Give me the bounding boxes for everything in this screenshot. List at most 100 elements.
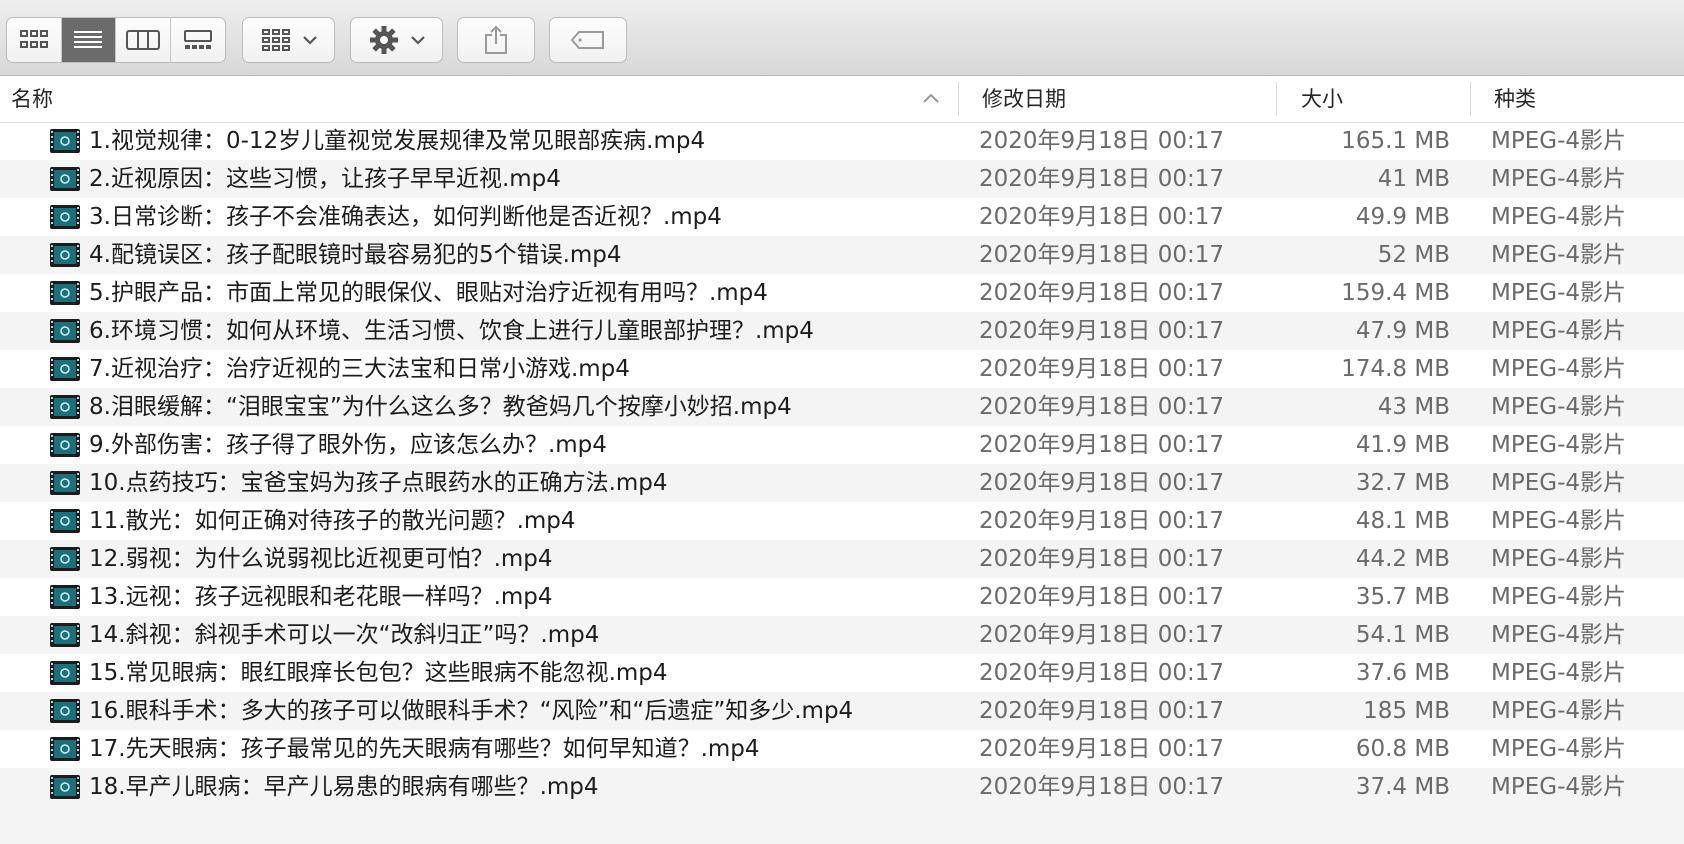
file-kind: MPEG-4影片 [1491, 280, 1627, 306]
file-size: 185 MB [1363, 698, 1450, 724]
icon-view-button[interactable] [7, 18, 62, 62]
file-kind: MPEG-4影片 [1491, 356, 1627, 382]
video-file-icon [50, 661, 80, 685]
file-size: 32.7 MB [1355, 470, 1450, 496]
tag-icon [570, 31, 604, 49]
file-name: 4.配镜误区：孩子配眼镜时最容易犯的5个错误.mp4 [89, 242, 622, 268]
file-row[interactable]: 3.日常诊断：孩子不会准确表达，如何判断他是否近视？.mp4 2020年9月18日… [0, 198, 1684, 236]
file-row[interactable]: 9.外部伤害：孩子得了眼外伤，应该怎么办？.mp4 2020年9月18日 00:1… [0, 426, 1684, 464]
file-row[interactable]: 14.斜视：斜视手术可以一次“改斜归正”吗？.mp4 2020年9月18日 00:… [0, 616, 1684, 654]
column-view-button[interactable] [116, 18, 171, 62]
video-file-icon [50, 775, 80, 799]
video-file-icon [50, 395, 80, 419]
group-by-button[interactable] [242, 17, 335, 63]
file-date: 2020年9月18日 00:17 [979, 698, 1225, 724]
file-size: 43 MB [1377, 394, 1450, 420]
video-file-icon [50, 243, 80, 267]
share-icon [485, 25, 507, 54]
file-date: 2020年9月18日 00:17 [979, 166, 1225, 192]
file-row[interactable]: 13.远视：孩子远视眼和老花眼一样吗？.mp4 2020年9月18日 00:17 3… [0, 578, 1684, 616]
finder-toolbar [0, 0, 1684, 76]
file-size: 48.1 MB [1355, 508, 1450, 534]
video-file-icon [50, 547, 80, 571]
column-header-name[interactable]: 名称 [11, 76, 53, 122]
file-row[interactable]: 18.早产儿眼病：早产儿易患的眼病有哪些？.mp4 2020年9月18日 00:1… [0, 768, 1684, 806]
file-row[interactable]: 11.散光：如何正确对待孩子的散光问题？.mp4 2020年9月18日 00:17… [0, 502, 1684, 540]
video-file-icon [50, 623, 80, 647]
file-row[interactable]: 10.点药技巧：宝爸宝妈为孩子点眼药水的正确方法.mp4 2020年9月18日 0… [0, 464, 1684, 502]
column-divider[interactable] [1470, 82, 1471, 116]
file-date: 2020年9月18日 00:17 [979, 774, 1225, 800]
file-row[interactable]: 7.近视治疗：治疗近视的三大法宝和日常小游戏.mp4 2020年9月18日 00:… [0, 350, 1684, 388]
file-row[interactable]: 15.常见眼病：眼红眼痒长包包？这些眼病不能忽视.mp4 2020年9月18日 0… [0, 654, 1684, 692]
file-size: 52 MB [1377, 242, 1450, 268]
chevron-down-icon [302, 36, 317, 45]
file-date: 2020年9月18日 00:17 [979, 584, 1225, 610]
file-row[interactable]: 5.护眼产品：市面上常见的眼保仪、眼贴对治疗近视有用吗？.mp4 2020年9月1… [0, 274, 1684, 312]
file-name: 6.环境习惯：如何从环境、生活习惯、饮食上进行儿童眼部护理？.mp4 [89, 318, 814, 344]
file-date: 2020年9月18日 00:17 [979, 128, 1225, 154]
file-kind: MPEG-4影片 [1491, 394, 1627, 420]
file-size: 54.1 MB [1355, 622, 1450, 648]
file-list: 1.视觉规律：0-12岁儿童视觉发展规律及常见眼部疾病.mp4 2020年9月18… [0, 122, 1684, 844]
action-button[interactable] [350, 17, 443, 63]
file-row[interactable]: 6.环境习惯：如何从环境、生活习惯、饮食上进行儿童眼部护理？.mp4 2020年9… [0, 312, 1684, 350]
file-name: 16.眼科手术：多大的孩子可以做眼科手术？“风险”和“后遗症”知多少.mp4 [89, 698, 854, 724]
gallery-view-icon [183, 30, 212, 49]
tag-button[interactable] [549, 17, 627, 63]
column-view-icon [125, 30, 160, 50]
file-size: 174.8 MB [1341, 356, 1450, 382]
gear-icon [369, 26, 398, 54]
file-row[interactable]: 4.配镜误区：孩子配眼镜时最容易犯的5个错误.mp4 2020年9月18日 00:… [0, 236, 1684, 274]
file-size: 41 MB [1377, 166, 1450, 192]
file-size: 47.9 MB [1355, 318, 1450, 344]
file-name: 3.日常诊断：孩子不会准确表达，如何判断他是否近视？.mp4 [89, 204, 722, 230]
file-kind: MPEG-4影片 [1491, 698, 1627, 724]
video-file-icon [50, 699, 80, 723]
file-date: 2020年9月18日 00:17 [979, 242, 1225, 268]
video-file-icon [50, 167, 80, 191]
file-row[interactable]: 16.眼科手术：多大的孩子可以做眼科手术？“风险”和“后遗症”知多少.mp4 20… [0, 692, 1684, 730]
file-row[interactable]: 12.弱视：为什么说弱视比近视更可怕？.mp4 2020年9月18日 00:17 4… [0, 540, 1684, 578]
file-name: 10.点药技巧：宝爸宝妈为孩子点眼药水的正确方法.mp4 [89, 470, 668, 496]
column-header-date[interactable]: 修改日期 [982, 76, 1066, 122]
list-view-button[interactable] [61, 18, 116, 62]
column-header-kind[interactable]: 种类 [1494, 76, 1536, 122]
file-kind: MPEG-4影片 [1491, 508, 1627, 534]
column-divider[interactable] [958, 82, 959, 116]
video-file-icon [50, 281, 80, 305]
file-row[interactable]: 2.近视原因：这些习惯，让孩子早早近视.mp4 2020年9月18日 00:17 4… [0, 160, 1684, 198]
column-header-size[interactable]: 大小 [1301, 76, 1343, 122]
file-kind: MPEG-4影片 [1491, 166, 1627, 192]
column-divider[interactable] [1276, 82, 1277, 116]
file-kind: MPEG-4影片 [1491, 546, 1627, 572]
gallery-view-button[interactable] [171, 18, 226, 62]
file-size: 35.7 MB [1355, 584, 1450, 610]
list-view-icon [74, 31, 103, 48]
file-date: 2020年9月18日 00:17 [979, 318, 1225, 344]
file-size: 159.4 MB [1341, 280, 1450, 306]
file-name: 8.泪眼缓解：“泪眼宝宝”为什么这么多？教爸妈几个按摩小妙招.mp4 [89, 394, 792, 420]
video-file-icon [50, 129, 80, 153]
file-row[interactable]: 17.先天眼病：孩子最常见的先天眼病有哪些？如何早知道？.mp4 2020年9月1… [0, 730, 1684, 768]
file-kind: MPEG-4影片 [1491, 470, 1627, 496]
file-date: 2020年9月18日 00:17 [979, 660, 1225, 686]
share-button[interactable] [457, 17, 535, 63]
file-name: 9.外部伤害：孩子得了眼外伤，应该怎么办？.mp4 [89, 432, 607, 458]
file-name: 7.近视治疗：治疗近视的三大法宝和日常小游戏.mp4 [89, 356, 630, 382]
chevron-down-icon [410, 36, 425, 45]
video-file-icon [50, 433, 80, 457]
file-size: 49.9 MB [1355, 204, 1450, 230]
file-row[interactable]: 1.视觉规律：0-12岁儿童视觉发展规律及常见眼部疾病.mp4 2020年9月18… [0, 122, 1684, 160]
file-row[interactable]: 8.泪眼缓解：“泪眼宝宝”为什么这么多？教爸妈几个按摩小妙招.mp4 2020年9… [0, 388, 1684, 426]
file-size: 37.4 MB [1355, 774, 1450, 800]
file-date: 2020年9月18日 00:17 [979, 546, 1225, 572]
file-kind: MPEG-4影片 [1491, 242, 1627, 268]
file-kind: MPEG-4影片 [1491, 204, 1627, 230]
file-date: 2020年9月18日 00:17 [979, 432, 1225, 458]
file-name: 2.近视原因：这些习惯，让孩子早早近视.mp4 [89, 166, 561, 192]
chevron-up-icon[interactable] [922, 89, 940, 109]
file-name: 5.护眼产品：市面上常见的眼保仪、眼贴对治疗近视有用吗？.mp4 [89, 280, 768, 306]
video-file-icon [50, 471, 80, 495]
icon-view-icon [19, 30, 48, 48]
